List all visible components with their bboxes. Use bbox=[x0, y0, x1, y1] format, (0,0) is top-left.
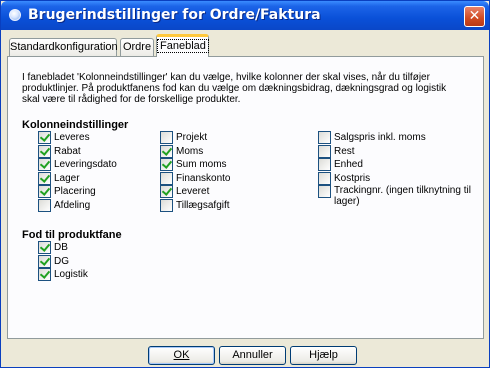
checkbox-label: Kostpris bbox=[334, 172, 371, 184]
checkbox-checked[interactable] bbox=[38, 171, 51, 185]
checkbox-label: Logistik bbox=[54, 269, 88, 280]
checkbox-unchecked[interactable] bbox=[160, 131, 173, 144]
checkbox-checked[interactable] bbox=[38, 185, 51, 198]
close-button[interactable]: ✕ bbox=[464, 6, 485, 27]
checkbox-label: Placering bbox=[54, 186, 96, 197]
help-button[interactable]: Hjælp bbox=[290, 346, 357, 365]
tab-standardkonfiguration[interactable]: Standardkonfiguration bbox=[9, 38, 118, 56]
checkbox-label: Finanskonto bbox=[176, 172, 231, 184]
help-button-label: Hjælp bbox=[309, 349, 338, 361]
checkbox-label: Moms bbox=[176, 145, 204, 157]
checkbox-checked[interactable] bbox=[160, 185, 173, 198]
tab-faneblad[interactable]: Faneblad bbox=[156, 34, 209, 57]
title-bar[interactable]: Brugerindstillinger for Ordre/Faktura ✕ bbox=[1, 1, 489, 30]
app-icon bbox=[9, 9, 21, 21]
checkbox-checked[interactable] bbox=[38, 241, 51, 254]
description-text: I fanebladet 'Kolonneindstillinger' kan … bbox=[22, 72, 447, 105]
checkbox-unchecked[interactable] bbox=[318, 158, 331, 171]
checkbox-label: Lager bbox=[54, 172, 80, 184]
checkbox-label: Leveringsdato bbox=[54, 159, 117, 170]
checkbox-checked[interactable] bbox=[160, 144, 173, 158]
columns-section-title: Kolonneindstillinger bbox=[22, 119, 129, 131]
checkbox-unchecked[interactable] bbox=[318, 131, 331, 144]
tab-ordre[interactable]: Ordre bbox=[120, 38, 154, 56]
ok-button[interactable]: OK bbox=[148, 346, 215, 365]
checkbox-checked[interactable] bbox=[38, 268, 51, 281]
window-title: Brugerindstillinger for Ordre/Faktura bbox=[28, 7, 321, 23]
cancel-button-label: Annuller bbox=[232, 349, 273, 361]
checkbox-label: Projekt bbox=[176, 132, 208, 143]
checkbox-checked[interactable] bbox=[160, 158, 173, 171]
checkbox-unchecked[interactable] bbox=[318, 171, 331, 185]
checkbox-label: Sum moms bbox=[176, 159, 227, 170]
checkbox-label: Leveres bbox=[54, 132, 90, 143]
checkbox-unchecked[interactable] bbox=[160, 171, 173, 185]
checkbox-label: Leveret bbox=[176, 186, 210, 197]
checkbox-unchecked[interactable] bbox=[318, 144, 331, 158]
checkbox-label: DG bbox=[54, 255, 69, 267]
dialog-window: Brugerindstillinger for Ordre/Faktura ✕ … bbox=[0, 0, 490, 368]
checkbox-checked[interactable] bbox=[38, 131, 51, 144]
tab-faneblad-label: Faneblad bbox=[157, 39, 209, 53]
checkbox-unchecked[interactable] bbox=[160, 198, 173, 212]
checkbox-label: Afdeling bbox=[54, 199, 91, 211]
checkbox-label: Salgspris inkl. moms bbox=[334, 132, 426, 143]
checkbox-checked[interactable] bbox=[38, 254, 51, 268]
checkbox-unchecked[interactable] bbox=[318, 185, 331, 198]
checkbox-label: Trackingnr. (ingen tilknytning til lager… bbox=[334, 185, 471, 207]
checkbox-label: Tillægsafgift bbox=[176, 199, 230, 211]
checkbox-label: Rabat bbox=[54, 145, 81, 157]
checkbox-label: Rest bbox=[334, 145, 355, 157]
checkbox-label: Enhed bbox=[334, 159, 363, 170]
checkbox-checked[interactable] bbox=[38, 158, 51, 171]
checkbox-unchecked[interactable] bbox=[38, 198, 51, 212]
footer-section-title: Fod til produktfane bbox=[22, 229, 122, 241]
cancel-button[interactable]: Annuller bbox=[219, 346, 286, 365]
checkbox-label: DB bbox=[54, 242, 68, 253]
checkbox-checked[interactable] bbox=[38, 144, 51, 158]
ok-button-label: OK bbox=[173, 349, 190, 361]
